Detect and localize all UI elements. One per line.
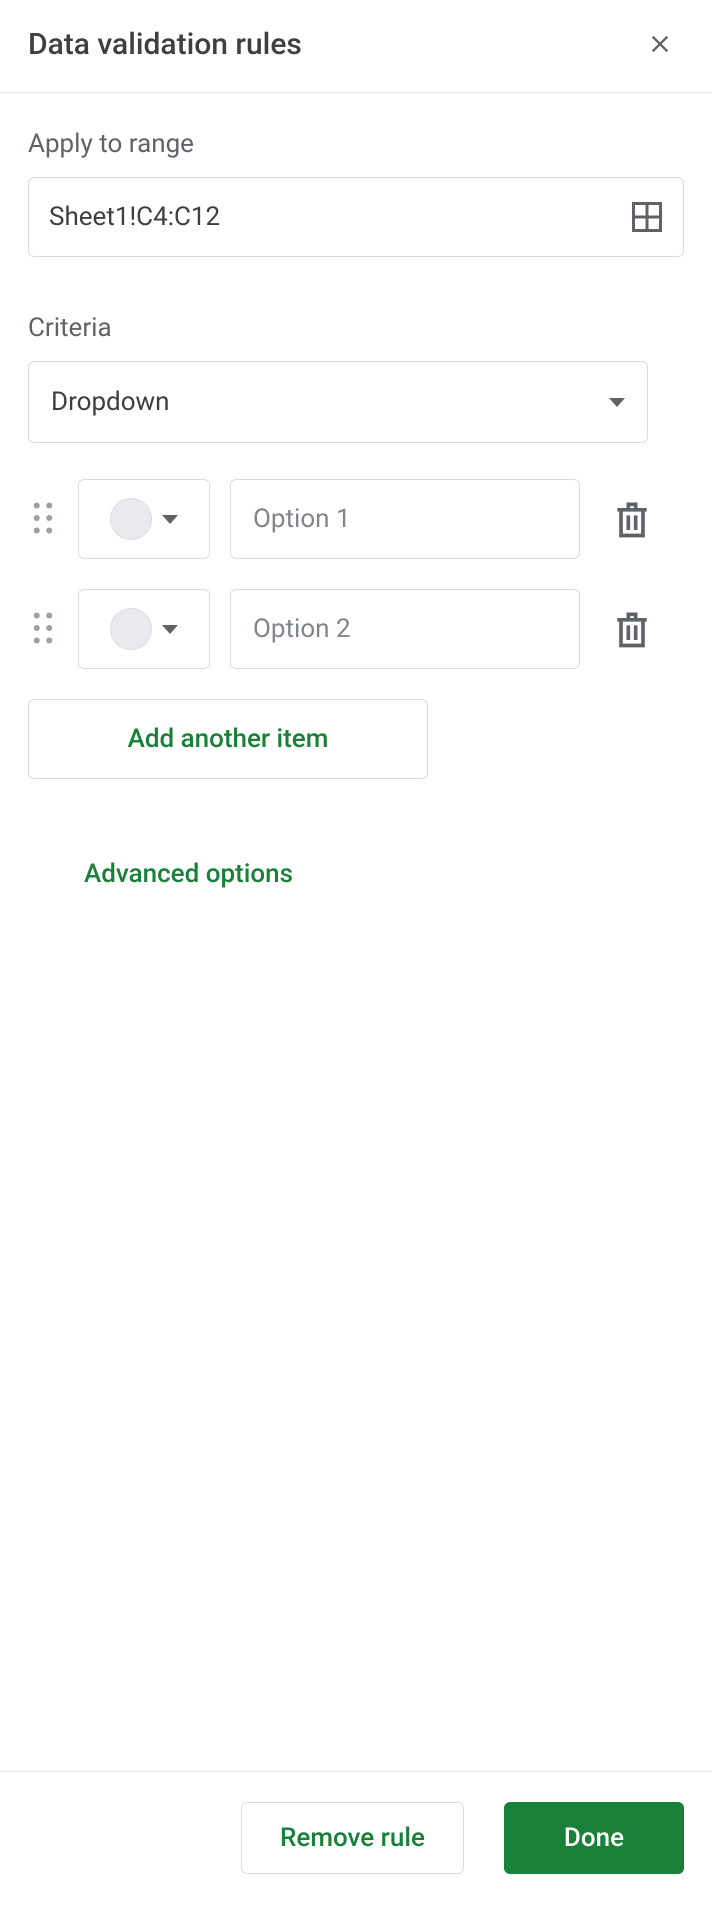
done-button[interactable]: Done: [504, 1802, 684, 1874]
option-value-input[interactable]: [251, 613, 559, 645]
panel-body: Apply to range Criteria Dropdown: [0, 93, 712, 1771]
close-icon: [646, 30, 674, 58]
color-chip-icon: [110, 498, 152, 540]
delete-option-button[interactable]: [610, 607, 654, 651]
color-chip-icon: [110, 608, 152, 650]
advanced-options-toggle[interactable]: Advanced options: [28, 859, 684, 889]
done-label: Done: [564, 1823, 624, 1853]
option-color-picker[interactable]: [78, 589, 210, 669]
criteria-dropdown[interactable]: Dropdown: [28, 361, 648, 443]
apply-range-field[interactable]: [28, 177, 684, 257]
apply-range-input[interactable]: [47, 201, 629, 233]
dropdown-option-row: [28, 589, 684, 669]
advanced-options-label: Advanced options: [84, 859, 293, 889]
panel-footer: Remove rule Done: [0, 1771, 712, 1914]
panel-header: Data validation rules: [0, 0, 712, 93]
criteria-label: Criteria: [28, 313, 684, 343]
option-value-field[interactable]: [230, 589, 580, 669]
option-value-field[interactable]: [230, 479, 580, 559]
data-validation-panel: Data validation rules Apply to range Cri…: [0, 0, 712, 1914]
panel-title: Data validation rules: [28, 27, 302, 62]
delete-option-button[interactable]: [610, 497, 654, 541]
remove-rule-label: Remove rule: [280, 1823, 425, 1853]
option-value-input[interactable]: [251, 503, 559, 535]
option-color-picker[interactable]: [78, 479, 210, 559]
apply-range-label: Apply to range: [28, 129, 684, 159]
close-button[interactable]: [636, 20, 684, 68]
trash-icon: [610, 497, 654, 541]
chevron-down-icon: [609, 398, 625, 407]
remove-rule-button[interactable]: Remove rule: [241, 1802, 464, 1874]
trash-icon: [610, 607, 654, 651]
drag-handle-icon[interactable]: [28, 608, 58, 650]
dropdown-option-row: [28, 479, 684, 559]
criteria-selected-value: Dropdown: [51, 387, 169, 417]
chevron-down-icon: [162, 515, 178, 524]
chevron-down-icon: [162, 625, 178, 634]
add-item-label: Add another item: [128, 724, 329, 754]
drag-handle-icon[interactable]: [28, 498, 58, 540]
add-another-item-button[interactable]: Add another item: [28, 699, 428, 779]
select-range-icon[interactable]: [629, 199, 665, 235]
